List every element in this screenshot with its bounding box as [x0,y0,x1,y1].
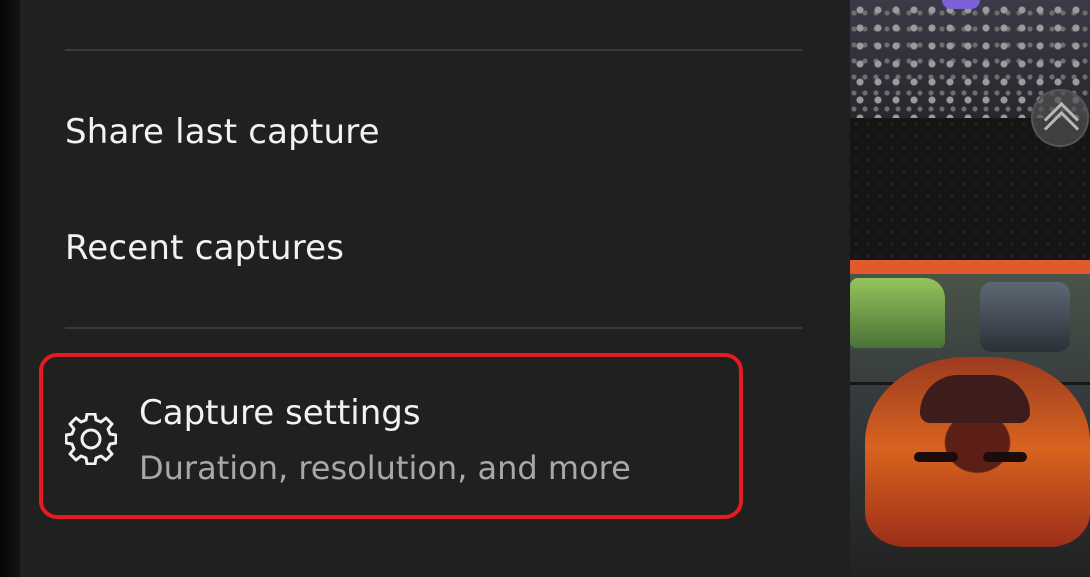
car-hood-vent [914,452,958,462]
share-last-capture-menu-item[interactable]: Share last capture [65,112,765,152]
car-windshield [920,375,1030,423]
screenshot-canvas: Share last capture Recent captures Captu… [0,0,1090,577]
thumbnail-accent [942,0,980,9]
gray-car-image [980,282,1070,352]
green-car-image [850,278,945,348]
gear-icon [65,413,117,465]
thumbnail-orange-strip [850,260,1090,274]
recent-captures-menu-item[interactable]: Recent captures [65,228,765,268]
left-background-edge [0,0,20,577]
capture-settings-subtitle: Duration, resolution, and more [139,449,631,487]
settings-divider [65,327,802,329]
top-divider [65,49,802,51]
capture-menu-panel: Share last capture Recent captures Captu… [20,0,850,577]
car-hood-vent [983,452,1027,462]
scroll-up-icon[interactable] [1031,89,1089,147]
capture-settings-title: Capture settings [139,393,421,433]
capture-preview-feed [850,0,1090,577]
capture-settings-menu-item[interactable]: Capture settings Duration, resolution, a… [39,353,743,519]
car-capture-thumbnail[interactable] [850,274,1090,577]
